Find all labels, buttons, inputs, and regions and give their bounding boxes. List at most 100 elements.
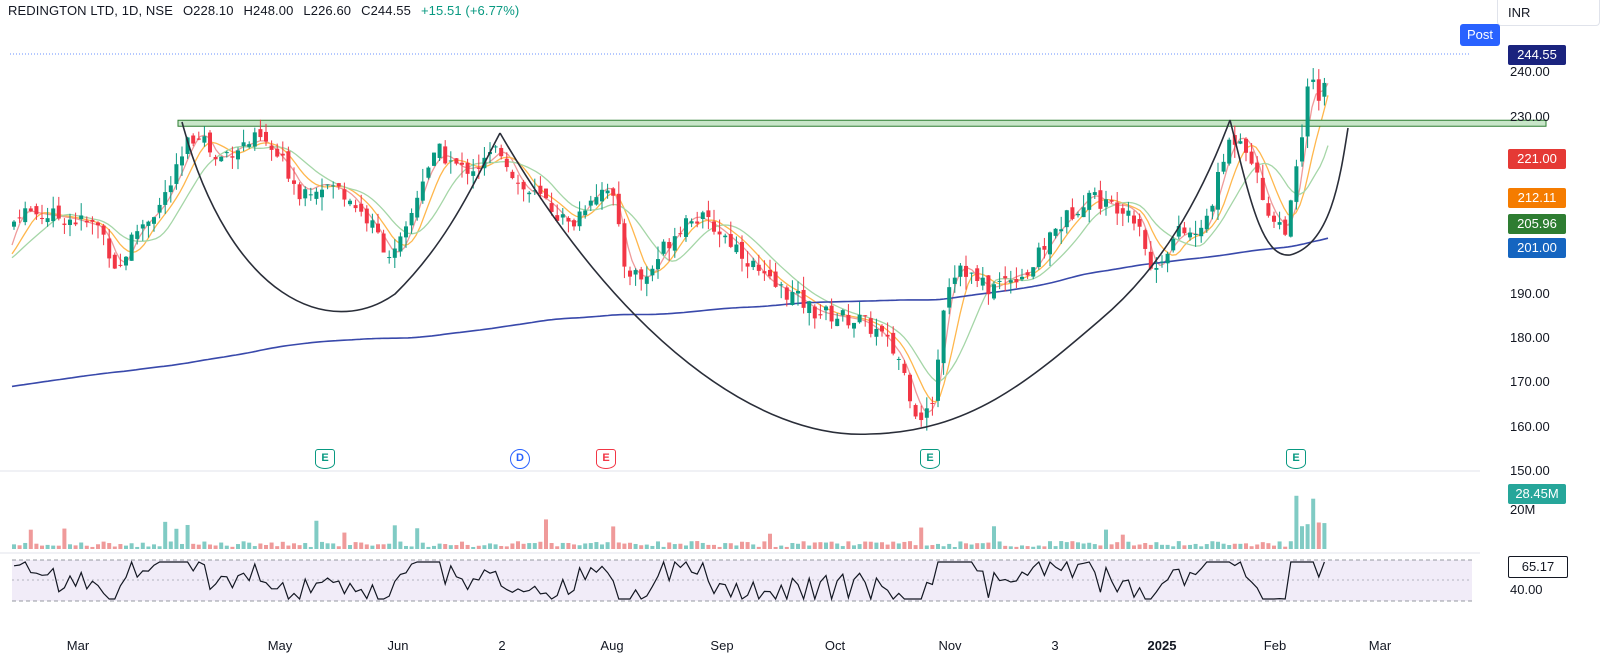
- candle-body: [23, 208, 28, 223]
- price-tick: 150.00: [1510, 463, 1550, 478]
- volume-bar: [1294, 495, 1299, 549]
- candle-body: [1244, 138, 1248, 153]
- candle-body: [1238, 141, 1243, 144]
- candle-body: [465, 162, 470, 174]
- candle-body: [303, 189, 308, 199]
- candle-body: [370, 220, 375, 228]
- candle-body: [1098, 190, 1103, 209]
- candle-body: [611, 188, 616, 196]
- volume-bar: [443, 544, 448, 549]
- candle-body: [728, 234, 733, 247]
- candle-body: [314, 191, 319, 199]
- volume-bar: [751, 544, 756, 549]
- time-tick: Oct: [824, 638, 846, 653]
- earnings-marker[interactable]: E: [315, 449, 335, 469]
- volume-bar: [997, 541, 1002, 549]
- volume-bar: [1277, 541, 1282, 549]
- volume-bar: [325, 543, 330, 549]
- volume-bar: [1283, 546, 1288, 549]
- time-tick: 3: [1051, 638, 1059, 653]
- post-button[interactable]: Post: [1460, 24, 1500, 46]
- candle-body: [667, 241, 672, 249]
- volume-bar: [1176, 541, 1181, 549]
- volume-bar: [219, 542, 224, 549]
- candle-body: [1204, 215, 1209, 230]
- earnings-marker[interactable]: E: [920, 449, 940, 469]
- candle-body: [1132, 215, 1136, 224]
- volume-bar: [1260, 542, 1265, 549]
- candle-body: [969, 272, 974, 274]
- candle-body: [913, 405, 918, 417]
- candle-body: [51, 208, 56, 222]
- volume-bar: [616, 542, 621, 549]
- candle-body: [762, 271, 767, 274]
- candle-body: [157, 204, 162, 213]
- candle-body: [1165, 253, 1170, 264]
- volume-bar: [902, 541, 907, 549]
- candle-body: [790, 292, 795, 305]
- candle-body: [857, 314, 862, 323]
- volume-bar: [756, 546, 761, 549]
- volume-bar: [874, 542, 879, 549]
- chart-canvas[interactable]: [0, 0, 1600, 668]
- candle-body: [1160, 261, 1164, 263]
- candle-body: [409, 212, 414, 226]
- volume-bar: [667, 542, 672, 549]
- candle-body: [1283, 219, 1288, 235]
- candle-body: [622, 223, 627, 267]
- candle-body: [510, 171, 515, 179]
- volume-bar: [588, 543, 593, 549]
- volume-bar: [392, 525, 397, 549]
- symbol-title: REDINGTON LTD, 1D, NSE: [8, 3, 173, 18]
- volume-bar: [404, 545, 408, 549]
- candle-body: [544, 188, 548, 199]
- candle-body: [768, 269, 772, 277]
- candle-body: [930, 402, 935, 404]
- candle-body: [135, 231, 140, 239]
- candle-body: [1322, 82, 1327, 97]
- candle-body: [471, 171, 476, 176]
- volume-bar: [1115, 542, 1120, 549]
- volume-bar: [1070, 541, 1075, 549]
- candle-body: [835, 318, 840, 327]
- volume-bar: [572, 544, 576, 549]
- volume-bar: [644, 544, 649, 549]
- candle-body: [936, 359, 940, 401]
- moving-average-line: [11, 145, 1329, 382]
- currency-selector[interactable]: INR: [1497, 0, 1600, 26]
- volume-bar: [398, 541, 403, 549]
- volume-bar: [622, 543, 627, 549]
- candle-body: [1277, 222, 1282, 225]
- volume-bar: [185, 524, 190, 549]
- candle-body: [387, 257, 392, 259]
- volume-bar: [129, 543, 134, 549]
- volume-bar: [896, 543, 901, 549]
- volume-bar: [555, 546, 560, 549]
- dividend-marker[interactable]: D: [510, 449, 530, 469]
- candle-body: [213, 157, 218, 160]
- candle-body: [661, 241, 666, 254]
- candle-body: [1042, 246, 1047, 250]
- candle-body: [885, 334, 890, 337]
- candle-body: [292, 180, 296, 184]
- candle-body: [320, 189, 324, 198]
- volume-bar: [566, 542, 571, 549]
- earnings-marker[interactable]: E: [596, 449, 616, 469]
- volume-bar: [1104, 529, 1108, 549]
- candle-body: [118, 264, 123, 266]
- candle-body: [583, 210, 588, 216]
- volume-bar: [812, 542, 817, 549]
- volume-bar: [191, 543, 196, 549]
- earnings-marker[interactable]: E: [1286, 449, 1306, 469]
- volume-bar: [706, 544, 711, 549]
- volume-bar: [611, 526, 616, 549]
- volume-bar: [23, 542, 28, 549]
- candle-body: [258, 129, 263, 138]
- candle-body: [756, 264, 761, 271]
- time-tick: 2025: [1147, 638, 1177, 653]
- volume-bar: [79, 542, 84, 549]
- candle-body: [140, 224, 145, 229]
- resistance-zone: [177, 119, 1547, 127]
- candle-body: [577, 211, 582, 227]
- volume-bar: [476, 545, 481, 549]
